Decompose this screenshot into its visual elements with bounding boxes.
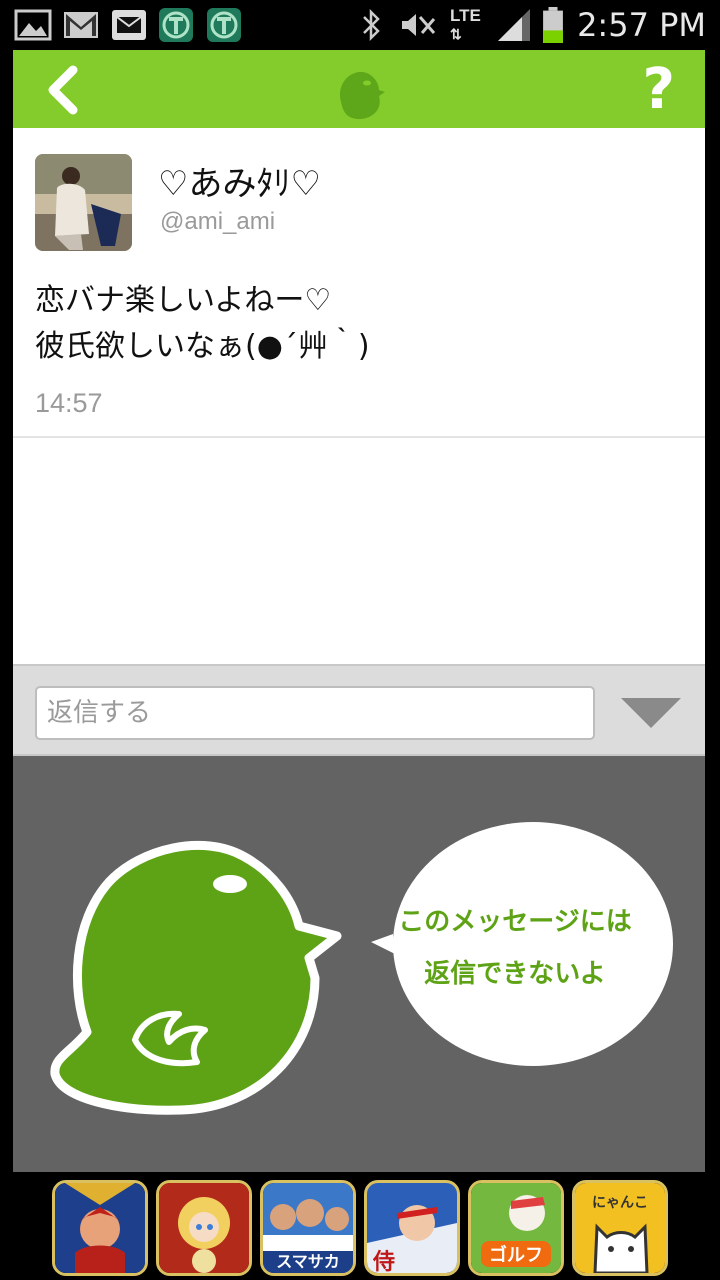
app-t-icon bbox=[159, 8, 193, 42]
ad-tennis-icon[interactable]: 侍 bbox=[364, 1180, 460, 1276]
tweet-card: ♡あみﾀﾘ♡ @ami_ami 恋バナ楽しいよねー♡ 彼氏欲しいなぁ(●´艸｀)… bbox=[13, 128, 705, 438]
gallery-icon bbox=[14, 9, 52, 41]
header-bar: ? bbox=[13, 50, 705, 128]
ad-tennis-label: 侍 bbox=[372, 1249, 395, 1273]
ad-cat-label: にゃんこ bbox=[592, 1195, 648, 1211]
status-bar: LTE ⇅ 2:57 PM bbox=[0, 0, 720, 50]
notice-text: このメッセージには 返信できないよ bbox=[375, 896, 655, 1000]
tweet-timestamp: 14:57 bbox=[35, 388, 103, 418]
reply-bar bbox=[13, 664, 705, 756]
mute-icon bbox=[402, 14, 436, 36]
ad-banner: スマサカ 侍 ゴルフ にゃんこ bbox=[0, 1172, 720, 1280]
battery-icon bbox=[543, 7, 563, 43]
ad-cat-icon[interactable]: にゃんこ bbox=[572, 1180, 668, 1276]
tweet-text: 恋バナ楽しいよねー♡ 彼氏欲しいなぁ(●´艸｀) bbox=[35, 283, 370, 364]
gmail-icon bbox=[64, 12, 98, 38]
app-t-icon bbox=[207, 8, 241, 42]
ad-warlord-icon[interactable] bbox=[52, 1180, 148, 1276]
bluetooth-icon bbox=[363, 8, 380, 42]
status-time: 2:57 PM bbox=[577, 6, 706, 44]
help-button[interactable]: ? bbox=[643, 60, 675, 120]
ad-soccer-label: スマサカ bbox=[276, 1252, 340, 1271]
notice-line-1: このメッセージには bbox=[398, 907, 632, 937]
data-arrows-icon: ⇅ bbox=[450, 26, 464, 42]
signal-icon bbox=[498, 9, 530, 41]
user-handle[interactable]: @ami_ami bbox=[160, 208, 275, 236]
avatar[interactable] bbox=[35, 154, 132, 251]
reply-input[interactable] bbox=[35, 686, 595, 740]
bird-mascot-icon bbox=[50, 840, 342, 1115]
lte-label: LTE bbox=[450, 6, 481, 25]
notice-line-2: 返信できないよ bbox=[424, 959, 606, 989]
app-frame: ? ♡あみﾀﾘ♡ @ami_ami 恋バナ楽しいよねー♡ 彼氏欲しいなぁ(●´艸… bbox=[13, 50, 705, 1172]
ad-golf-label: ゴルフ bbox=[489, 1244, 543, 1266]
mail-icon bbox=[112, 10, 146, 40]
back-button[interactable] bbox=[37, 64, 91, 116]
ad-golf-icon[interactable]: ゴルフ bbox=[468, 1180, 564, 1276]
avatar-photo-icon bbox=[35, 154, 132, 251]
reply-disabled-notice: このメッセージには 返信できないよ bbox=[13, 756, 705, 1172]
ad-princess-icon[interactable] bbox=[156, 1180, 252, 1276]
collapse-triangle-icon[interactable] bbox=[619, 696, 683, 732]
lte-icon: LTE ⇅ bbox=[450, 7, 490, 43]
user-display-name[interactable]: ♡あみﾀﾘ♡ bbox=[158, 162, 321, 206]
bird-logo-icon bbox=[339, 71, 385, 120]
ad-soccer-icon[interactable]: スマサカ bbox=[260, 1180, 356, 1276]
